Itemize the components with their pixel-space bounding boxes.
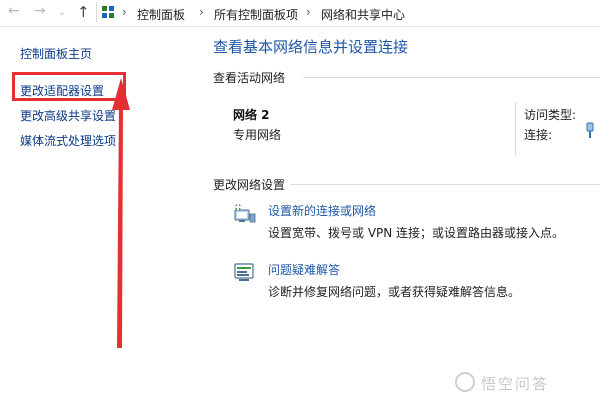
main-content: 查看基本网络信息并设置连接 查看活动网络 网络 2 专用网络 访问类型: 连接:…	[213, 26, 600, 400]
troubleshoot-description: 诊断并修复网络问题，或者获得疑难解答信息。	[268, 285, 521, 299]
divider	[303, 77, 600, 78]
setup-new-connection-link[interactable]: 设置新的连接或网络	[268, 202, 376, 219]
page-title: 查看基本网络信息并设置连接	[213, 38, 409, 56]
divider	[515, 102, 516, 156]
divider	[291, 184, 600, 185]
network-name: 网络 2	[233, 108, 270, 122]
active-networks-heading: 查看活动网络	[213, 71, 286, 85]
watermark-logo-icon	[455, 372, 475, 392]
access-type-label: 访问类型:	[524, 108, 577, 122]
troubleshoot-link[interactable]: 问题疑难解答	[268, 261, 340, 278]
ethernet-icon[interactable]	[585, 122, 595, 140]
network-type: 专用网络	[233, 128, 282, 142]
troubleshoot-icon	[234, 263, 254, 281]
new-connection-icon	[234, 204, 256, 223]
watermark: 悟空问答	[455, 372, 595, 394]
connection-label: 连接:	[524, 128, 553, 142]
setup-new-connection-description: 设置宽带、拨号或 VPN 连接；或设置路由器或接入点。	[268, 226, 565, 240]
watermark-text: 悟空问答	[481, 375, 550, 393]
change-settings-heading: 更改网络设置	[213, 178, 286, 192]
